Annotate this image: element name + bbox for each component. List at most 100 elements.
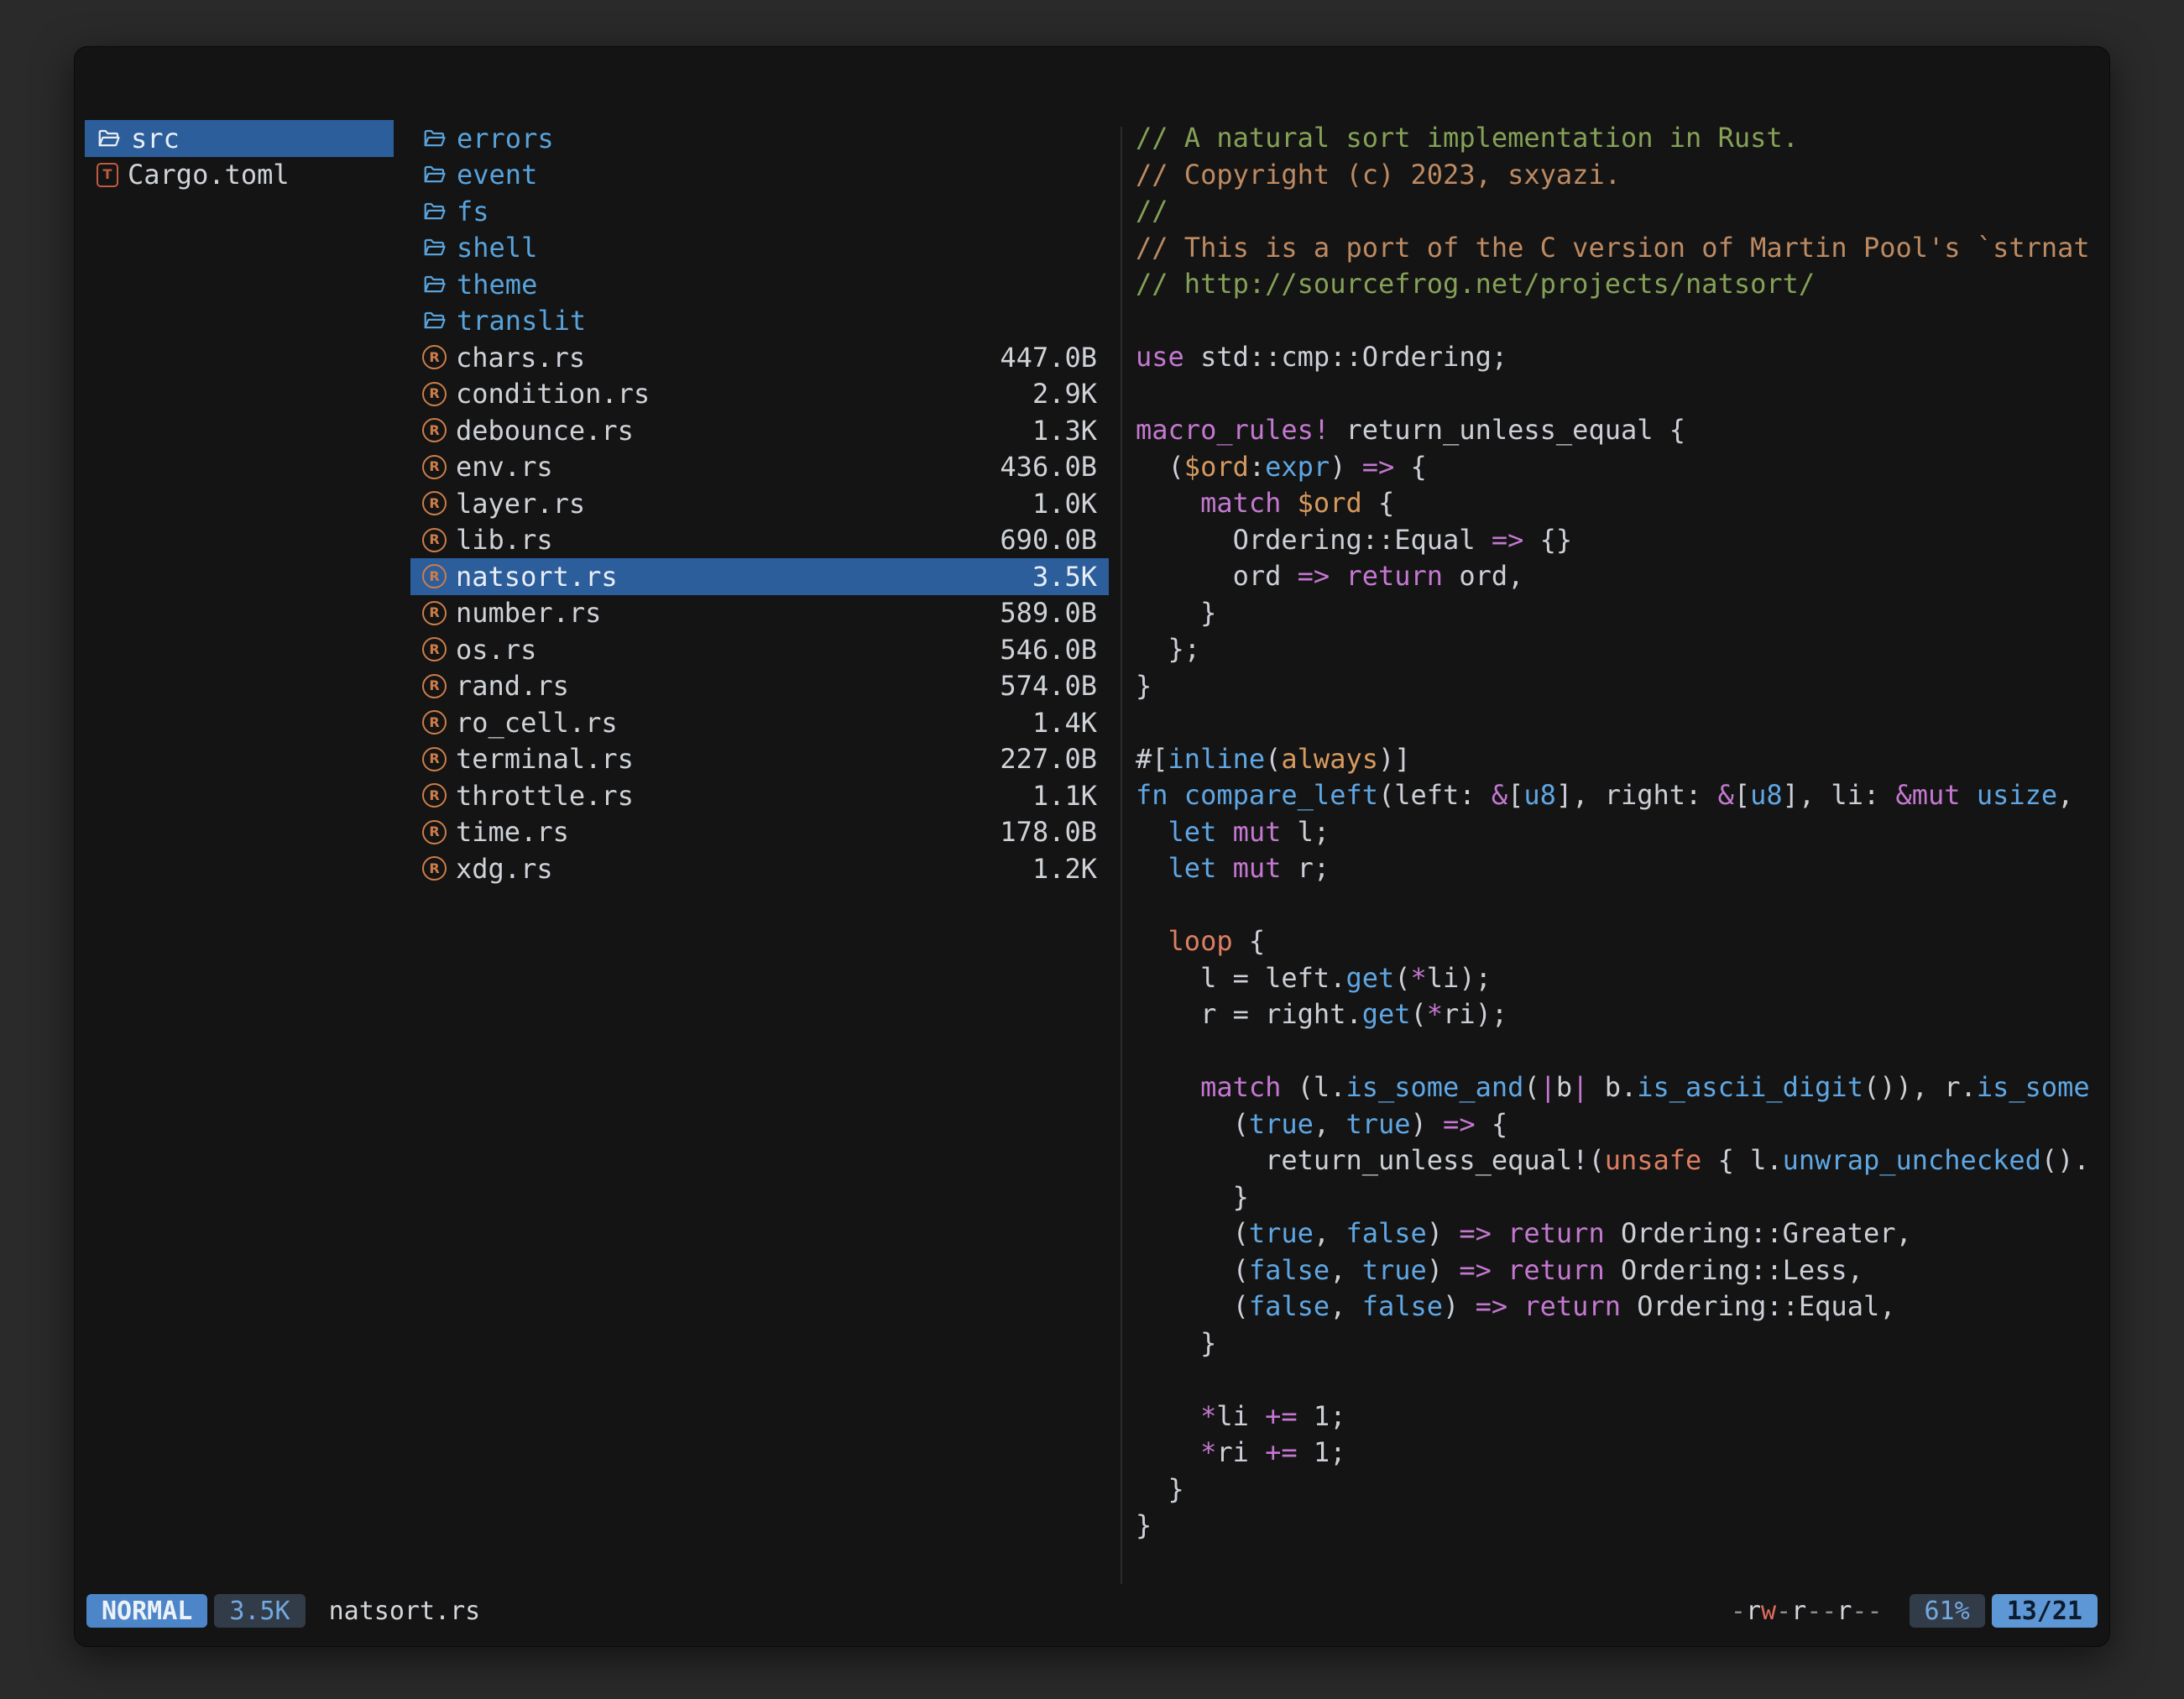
file-size: 1.3K bbox=[1032, 415, 1097, 447]
file-label: debounce.rs bbox=[456, 415, 634, 447]
code-line-39: } bbox=[1136, 1508, 2109, 1545]
code-line-20: let mut l; bbox=[1136, 814, 2109, 851]
file-row-xdg.rs[interactable]: Rxdg.rs 1.2K bbox=[410, 850, 1109, 887]
file-row-lib.rs[interactable]: Rlib.rs690.0B bbox=[410, 522, 1109, 559]
file-label: errors bbox=[457, 123, 554, 154]
code-line-17 bbox=[1136, 704, 2109, 741]
permissions-text: -rw-r--r-- bbox=[1731, 1597, 1883, 1626]
code-line-10: ($ord:expr) => { bbox=[1136, 449, 2109, 486]
file-row-throttle.rs[interactable]: Rthrottle.rs1.1K bbox=[410, 777, 1109, 814]
folder-icon bbox=[422, 126, 447, 151]
rust-file-icon: R bbox=[422, 564, 447, 588]
file-row-Cargo.toml[interactable]: TCargo.toml bbox=[85, 157, 394, 194]
file-size: 1.0K bbox=[1032, 488, 1097, 520]
file-row-event[interactable]: event bbox=[410, 157, 1109, 194]
file-size: 589.0B bbox=[1000, 597, 1097, 629]
code-line-14: } bbox=[1136, 595, 2109, 632]
file-row-fs[interactable]: fs bbox=[410, 193, 1109, 230]
folder-icon bbox=[97, 126, 122, 151]
file-label: shell bbox=[457, 232, 537, 264]
file-row-time.rs[interactable]: Rtime.rs178.0B bbox=[410, 814, 1109, 851]
code-line-4: // This is a port of the C version of Ma… bbox=[1136, 230, 2109, 267]
rust-file-icon: R bbox=[422, 491, 447, 515]
parent-pane: srcTCargo.toml bbox=[85, 120, 394, 1594]
code-line-15: }; bbox=[1136, 631, 2109, 668]
file-row-theme[interactable]: theme bbox=[410, 266, 1109, 303]
file-row-layer.rs[interactable]: Rlayer.rs1.0K bbox=[410, 485, 1109, 522]
file-row-rand.rs[interactable]: Rrand.rs574.0B bbox=[410, 668, 1109, 705]
file-label: time.rs bbox=[456, 816, 569, 848]
code-line-1: // A natural sort implementation in Rust… bbox=[1136, 120, 2109, 157]
file-size: 1.2K bbox=[1032, 853, 1097, 885]
current-pane: errorseventfsshellthemetranslitRchars.rs… bbox=[410, 120, 1109, 1594]
file-label: lib.rs bbox=[456, 524, 553, 556]
file-row-natsort.rs[interactable]: Rnatsort.rs3.5K bbox=[410, 558, 1109, 595]
code-line-2: // Copyright (c) 2023, sxyazi. bbox=[1136, 157, 2109, 194]
file-label: fs bbox=[457, 196, 489, 227]
rust-file-icon: R bbox=[422, 637, 447, 661]
rust-file-icon: R bbox=[422, 856, 447, 881]
rust-file-icon: R bbox=[422, 601, 447, 625]
code-line-36: *li += 1; bbox=[1136, 1398, 2109, 1435]
rust-file-icon: R bbox=[422, 345, 447, 369]
file-label: xdg.rs bbox=[456, 853, 553, 885]
code-line-34: } bbox=[1136, 1325, 2109, 1362]
code-line-24: l = left.get(*li); bbox=[1136, 960, 2109, 997]
cursor-position-badge: 13/21 bbox=[1992, 1594, 2098, 1628]
code-line-22 bbox=[1136, 887, 2109, 924]
file-label: event bbox=[457, 159, 537, 191]
code-line-23: loop { bbox=[1136, 923, 2109, 960]
file-row-errors[interactable]: errors bbox=[410, 120, 1109, 157]
code-line-8 bbox=[1136, 376, 2109, 413]
code-line-13: ord => return ord, bbox=[1136, 558, 2109, 595]
file-row-src[interactable]: src bbox=[85, 120, 394, 157]
code-line-6 bbox=[1136, 303, 2109, 340]
file-row-ro_cell.rs[interactable]: Rro_cell.rs 1.4K bbox=[410, 704, 1109, 741]
file-row-number.rs[interactable]: Rnumber.rs 589.0B bbox=[410, 595, 1109, 632]
file-row-chars.rs[interactable]: Rchars.rs447.0B bbox=[410, 339, 1109, 376]
code-line-12: Ordering::Equal => {} bbox=[1136, 522, 2109, 559]
rust-file-icon: R bbox=[422, 710, 447, 734]
code-line-11: match $ord { bbox=[1136, 485, 2109, 522]
folder-icon bbox=[422, 199, 447, 224]
file-row-condition.rs[interactable]: Rcondition.rs2.9K bbox=[410, 376, 1109, 413]
file-size: 178.0B bbox=[1000, 816, 1097, 848]
file-label: number.rs bbox=[456, 597, 601, 629]
rust-file-icon: R bbox=[422, 674, 447, 698]
file-row-debounce.rs[interactable]: Rdebounce.rs 1.3K bbox=[410, 412, 1109, 449]
code-line-9: macro_rules! return_unless_equal { bbox=[1136, 412, 2109, 449]
file-manager-panes: srcTCargo.toml errors event fs shellthemetr… bbox=[75, 47, 2109, 1594]
folder-icon bbox=[422, 272, 447, 297]
code-line-16: } bbox=[1136, 668, 2109, 705]
code-line-7: use std::cmp::Ordering; bbox=[1136, 339, 2109, 376]
rust-file-icon: R bbox=[422, 418, 447, 442]
file-label: chars.rs bbox=[456, 342, 585, 374]
file-row-terminal.rs[interactable]: Rterminal.rs227.0B bbox=[410, 741, 1109, 778]
code-line-33: (false, false) => return Ordering::Equal… bbox=[1136, 1289, 2109, 1325]
file-size: 227.0B bbox=[1000, 743, 1097, 775]
file-size: 436.0B bbox=[1000, 451, 1097, 483]
scroll-percent-badge: 61% bbox=[1910, 1594, 1985, 1628]
code-line-31: (true, false) => return Ordering::Greate… bbox=[1136, 1215, 2109, 1252]
file-row-translit[interactable]: translit bbox=[410, 303, 1109, 340]
folder-icon bbox=[422, 162, 447, 187]
file-row-env.rs[interactable]: Renv.rs436.0B bbox=[410, 449, 1109, 486]
file-row-shell[interactable]: shell bbox=[410, 230, 1109, 267]
file-label: terminal.rs bbox=[456, 743, 634, 775]
folder-icon bbox=[422, 235, 447, 260]
file-label: src bbox=[131, 123, 180, 154]
status-bar: NORMAL 3.5K natsort.rs -rw-r--r-- 61% 13… bbox=[86, 1594, 2098, 1628]
code-line-27: match (l.is_some_and(|b| b.is_ascii_digi… bbox=[1136, 1069, 2109, 1106]
code-line-5: // http://sourcefrog.net/projects/natsor… bbox=[1136, 266, 2109, 303]
file-size: 574.0B bbox=[1000, 670, 1097, 702]
preview-pane: // A natural sort implementation in Rust… bbox=[1134, 120, 2109, 1594]
folder-icon bbox=[422, 308, 447, 333]
code-line-35 bbox=[1136, 1362, 2109, 1398]
file-size: 1.4K bbox=[1032, 707, 1097, 739]
file-label: throttle.rs bbox=[456, 780, 634, 812]
file-label: ro_cell.rs bbox=[456, 707, 618, 739]
code-line-3: // bbox=[1136, 193, 2109, 230]
file-label: condition.rs bbox=[456, 378, 650, 410]
file-row-os.rs[interactable]: Ros.rs546.0B bbox=[410, 631, 1109, 668]
file-size: 3.5K bbox=[1032, 561, 1097, 593]
